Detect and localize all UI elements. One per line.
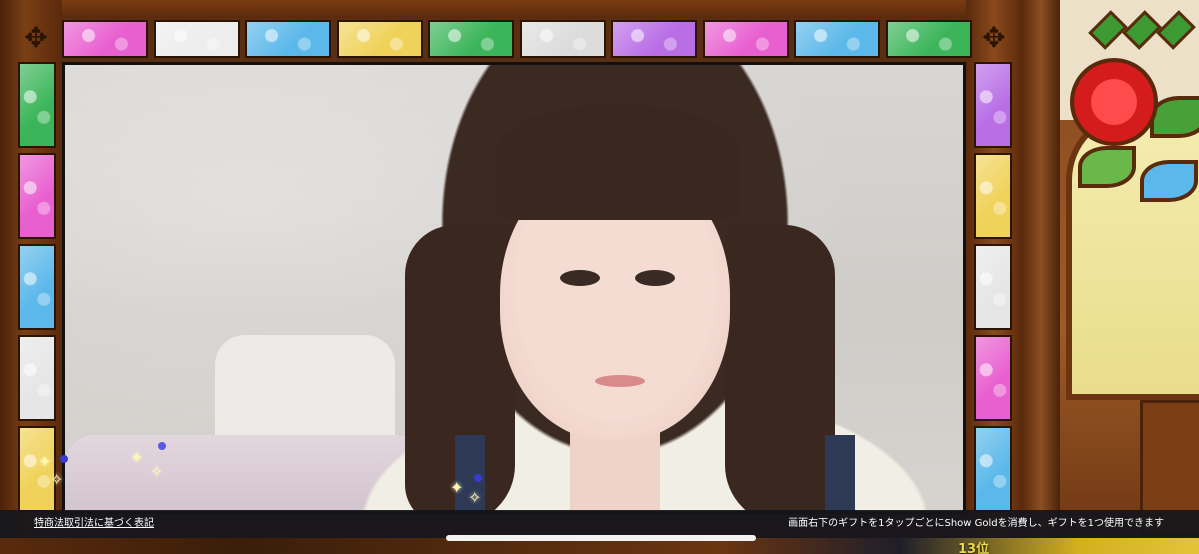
frame-tile — [794, 20, 880, 58]
frame-tile — [18, 335, 56, 421]
sparkle-icon: ✧ — [150, 462, 164, 481]
rank-badge: 13位 — [958, 542, 990, 554]
frame-tile — [245, 20, 331, 58]
frame-tile — [62, 20, 148, 58]
eye-right — [635, 270, 675, 286]
frame-tile — [974, 244, 1012, 330]
frame-tile — [153, 20, 240, 58]
ornament-icon: ✥ — [982, 21, 1006, 54]
frame-tile — [885, 20, 972, 58]
frame-tile — [974, 426, 1012, 512]
sparkle-icon: ✦ — [450, 478, 464, 497]
gift-notice: 画面右下のギフトを1タップごとにShow Goldを消費し、ギフトを1つ使用でき… — [788, 518, 1164, 529]
leaf-glass — [1140, 160, 1198, 202]
legal-notice-link[interactable]: 特商法取引法に基づく表記 — [34, 510, 154, 538]
stream-video[interactable] — [62, 62, 966, 514]
frame-tile — [428, 20, 514, 58]
sparkle-dot — [60, 455, 68, 463]
frame-tile — [611, 20, 697, 58]
frame-tile — [974, 153, 1012, 239]
frame-tile — [18, 153, 56, 239]
strap-right — [825, 435, 855, 511]
sparkle-icon: ✧ — [468, 488, 482, 507]
sparkle-dot — [158, 442, 166, 450]
frame-tile — [336, 20, 423, 58]
sparkle-icon: ✧ — [50, 470, 64, 489]
frame-tile — [974, 335, 1012, 421]
frame-tile — [519, 20, 606, 58]
eye-left — [560, 270, 600, 286]
frame-tile — [18, 62, 56, 148]
ornament-icon: ✥ — [24, 21, 48, 54]
hair-right — [725, 225, 835, 511]
frame-tile — [18, 244, 56, 330]
live-stream-view: ✥ ✥ ✦ ✧ ✦ ✧ ✦ ✧ 特商法取引法に基づく表記 画面右下のギフトを1タ… — [0, 0, 1199, 554]
frame-top-wood — [0, 0, 1060, 18]
frame-tile — [974, 62, 1012, 148]
lips — [595, 375, 645, 387]
sparkle-dot — [474, 474, 482, 482]
home-indicator[interactable] — [446, 535, 756, 541]
sparkle-icon: ✦ — [38, 452, 52, 471]
rose-stained-glass-icon — [1070, 58, 1158, 146]
sparkle-icon: ✦ — [130, 448, 144, 467]
bangs — [495, 105, 740, 220]
frame-tile — [702, 20, 789, 58]
info-bar: 特商法取引法に基づく表記 画面右下のギフトを1タップごとにShow Goldを消… — [0, 510, 1199, 538]
leaf-glass — [1078, 146, 1136, 188]
